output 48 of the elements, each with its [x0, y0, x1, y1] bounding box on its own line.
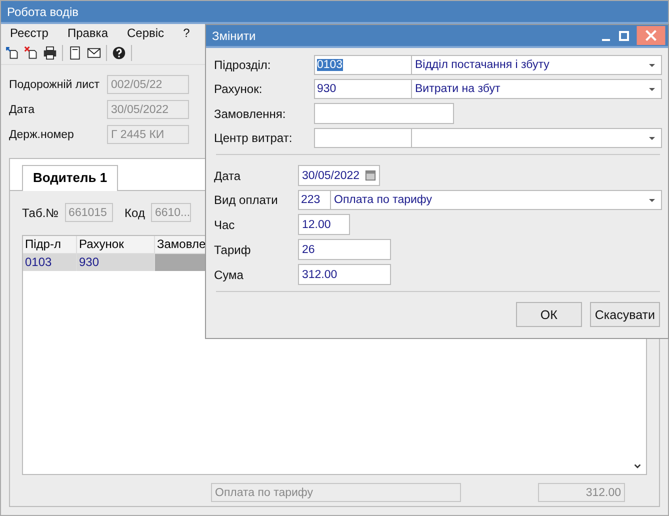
field-label: Час: [214, 218, 236, 232]
field-label: Центр витрат:: [214, 131, 294, 145]
field-label: Замовлення:: [214, 106, 287, 120]
table-cell: 0103: [23, 254, 77, 271]
dropdown-arrow-icon[interactable]: [648, 196, 656, 204]
menu-item[interactable]: Реєстр: [10, 26, 48, 42]
field-label: Дата: [214, 168, 242, 182]
menu-item[interactable]: ?: [183, 26, 190, 42]
envelope-icon[interactable]: [87, 46, 101, 60]
tab[interactable]: Водитель 1: [22, 165, 118, 191]
input-field[interactable]: 12.00: [298, 214, 350, 235]
maximize-icon[interactable]: [618, 30, 630, 42]
help-icon[interactable]: [112, 46, 126, 60]
input-field[interactable]: 26: [298, 239, 391, 260]
combo-field[interactable]: 0103 Відділ постачання і збуту: [314, 55, 662, 75]
new-document-icon[interactable]: [5, 46, 19, 60]
combo-field[interactable]: 223 Оплата по тарифу: [298, 190, 662, 210]
menu-item[interactable]: Правка: [67, 26, 108, 42]
dropdown-arrow-icon[interactable]: [648, 61, 656, 69]
field-label: Сума: [214, 268, 244, 282]
field-label: Таб.№: [22, 206, 59, 220]
column-header[interactable]: Підр-л: [23, 236, 77, 253]
combo-field[interactable]: [314, 128, 662, 148]
combo-field[interactable]: 930 Витрати на збут: [314, 79, 662, 99]
dialog-button[interactable]: Скасувати: [590, 302, 660, 327]
window-title: Робота водів: [7, 4, 78, 18]
dropdown-arrow-icon[interactable]: [648, 134, 656, 142]
field-label: Держ.номер: [9, 128, 75, 140]
menu-item[interactable]: Сервіс: [127, 26, 164, 42]
column-header[interactable]: Рахунок: [77, 236, 155, 253]
dialog-title: Змінити: [212, 28, 256, 42]
date-field[interactable]: 30/05/2022: [298, 165, 380, 186]
field-label: Подорожній лист: [9, 78, 101, 90]
close-icon[interactable]: [636, 26, 666, 45]
field-label: Код: [124, 206, 145, 220]
dialog-button[interactable]: ОК: [516, 302, 582, 327]
calendar-icon[interactable]: [365, 170, 376, 181]
delete-document-icon[interactable]: [24, 46, 38, 60]
chevron-down-icon[interactable]: [633, 462, 642, 471]
document-icon[interactable]: [68, 46, 82, 60]
field-label: Рахунок:: [214, 82, 264, 96]
field-label: Підрозділ:: [214, 58, 272, 72]
field-label: Вид оплати: [214, 193, 279, 207]
input-field[interactable]: 312.00: [298, 264, 391, 285]
dropdown-arrow-icon[interactable]: [648, 85, 656, 93]
printer-icon[interactable]: [43, 46, 57, 60]
input-field[interactable]: [314, 103, 454, 124]
field-label: Дата: [9, 104, 36, 116]
